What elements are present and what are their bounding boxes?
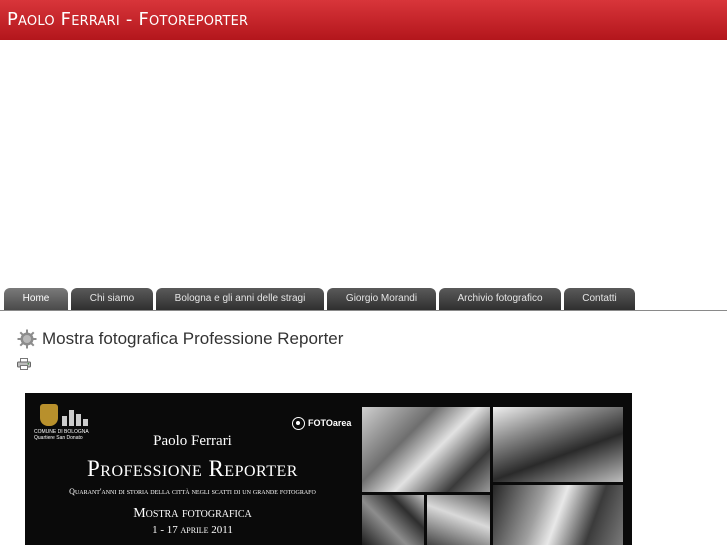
nav-tab-archivio-fotografico[interactable]: Archivio fotografico xyxy=(439,288,561,310)
banner-photographer-name: Paolo Ferrari xyxy=(153,433,232,449)
nav-tab-giorgio-morandi[interactable]: Giorgio Morandi xyxy=(327,288,436,310)
banner-event: Mostra fotografica xyxy=(133,506,252,521)
banner-subtitle: Quarant'anni di storia della città negli… xyxy=(69,487,316,496)
banner-dates: 1 - 17 aprile 2011 xyxy=(152,524,233,536)
fotoarea-label: FOTOarea xyxy=(308,418,352,428)
nav-tab-contatti[interactable]: Contatti xyxy=(564,288,635,310)
main-nav: Home Chi siamo Bologna e gli anni delle … xyxy=(0,287,727,311)
photo-collage xyxy=(360,393,632,545)
photo-portrait xyxy=(493,485,623,545)
banner-title: Professione Reporter xyxy=(87,456,298,481)
exhibition-banner: COMUNE DI BOLOGNA Quartiere San Donato F… xyxy=(25,393,632,545)
gear-icon xyxy=(17,329,37,349)
crest-icon xyxy=(40,404,58,426)
article-heading: Mostra fotografica Professione Reporter xyxy=(17,329,343,349)
nav-tab-home[interactable]: Home xyxy=(4,288,68,310)
banner-text-panel: COMUNE DI BOLOGNA Quartiere San Donato F… xyxy=(25,393,360,545)
printer-icon[interactable] xyxy=(17,358,31,370)
camera-icon xyxy=(292,416,305,430)
article-title: Mostra fotografica Professione Reporter xyxy=(42,329,344,348)
photo-crowd xyxy=(362,407,490,492)
photo-people xyxy=(493,407,623,482)
nav-tab-bologna-stragi[interactable]: Bologna e gli anni delle stragi xyxy=(156,288,324,310)
site-title[interactable]: Paolo Ferrari - Fotoreporter xyxy=(7,9,248,30)
fotoarea-logo: FOTOarea xyxy=(292,415,352,431)
towers-icon xyxy=(62,408,88,426)
photo-statue xyxy=(362,495,424,545)
site-header: Paolo Ferrari - Fotoreporter xyxy=(0,0,727,40)
photo-street xyxy=(427,495,490,545)
nav-tab-chi-siamo[interactable]: Chi siamo xyxy=(71,288,153,310)
